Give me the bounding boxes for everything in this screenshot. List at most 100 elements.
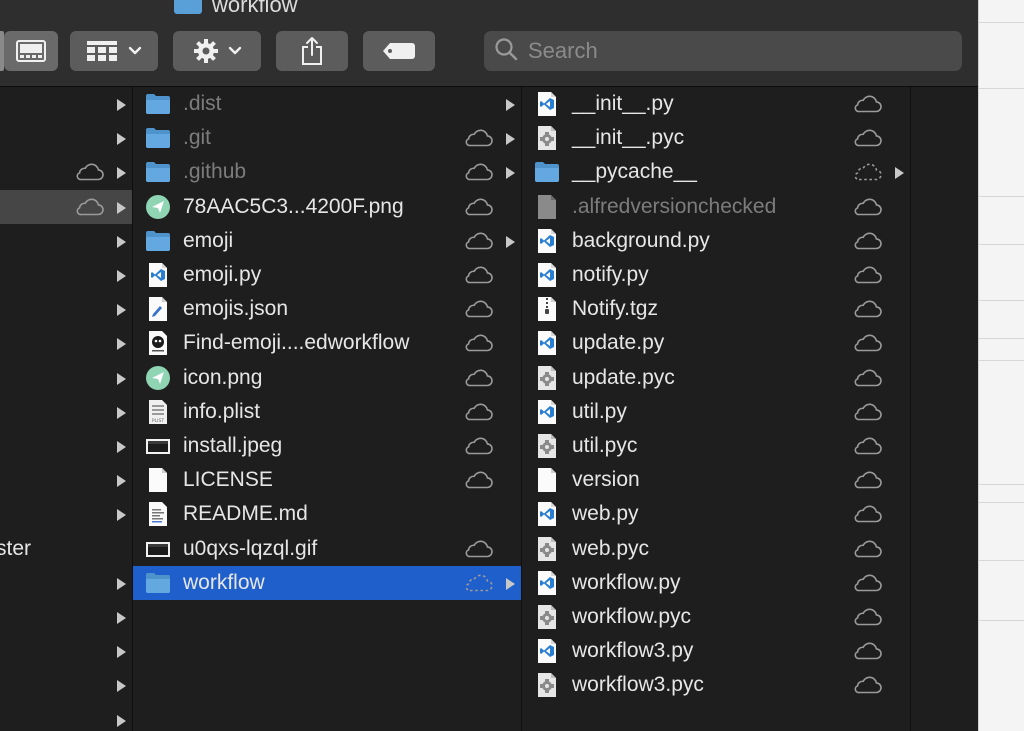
parent-row[interactable] — [0, 292, 132, 326]
file-name: workflow3.py — [572, 639, 694, 663]
file-row[interactable]: install.jpeg — [133, 429, 521, 463]
gear-icon — [192, 37, 220, 65]
workflow-file-row[interactable]: version — [522, 463, 910, 497]
workflow-file-row[interactable]: web.py — [522, 497, 910, 531]
workflow-file-row[interactable]: notify.py — [522, 258, 910, 292]
workflow-file-row[interactable]: background.py — [522, 224, 910, 258]
parent-row[interactable] — [0, 224, 132, 258]
file-name: .alfredversionchecked — [572, 194, 777, 218]
cloud-download-pending-icon — [852, 163, 882, 181]
workflow-file-row[interactable]: workflow3.pyc — [522, 668, 910, 702]
action-button[interactable] — [173, 31, 261, 71]
file-row[interactable]: Find-emoji....edworkflow — [133, 326, 521, 360]
file-row[interactable]: emojis.json — [133, 292, 521, 326]
parent-row[interactable]: ster — [0, 532, 132, 566]
parent-row[interactable] — [0, 155, 132, 189]
search-field[interactable] — [484, 31, 962, 71]
svg-text:PLIST: PLIST — [152, 418, 164, 424]
cloud-icon — [852, 437, 882, 455]
cloud-icon — [852, 334, 882, 352]
workflow-file-row[interactable]: update.pyc — [522, 361, 910, 395]
workflow-file-row[interactable]: util.pyc — [522, 429, 910, 463]
parent-row[interactable] — [0, 668, 132, 702]
share-button[interactable] — [276, 31, 348, 71]
jpeg-file-icon — [145, 536, 171, 562]
disclosure-arrow-icon — [116, 201, 126, 214]
file-row[interactable]: icon.png — [133, 361, 521, 395]
search-input[interactable] — [526, 37, 962, 65]
file-name: info.plist — [183, 399, 261, 423]
parent-row[interactable] — [0, 361, 132, 395]
cloud-icon — [463, 334, 493, 352]
disclosure-arrow-icon — [505, 577, 515, 590]
disclosure-arrow-icon — [505, 98, 515, 111]
file-row[interactable]: .dist — [133, 87, 521, 121]
archive-file-icon — [534, 296, 560, 322]
disclosure-arrow-icon — [505, 166, 515, 180]
share-icon — [300, 36, 324, 66]
column-empty — [911, 87, 978, 731]
file-row[interactable]: PLIST info.plist — [133, 395, 521, 429]
disclosure-arrow-icon — [116, 303, 126, 317]
view-mode-button[interactable] — [4, 31, 58, 71]
file-name: emoji.py — [183, 263, 262, 286]
parent-row[interactable] — [0, 600, 132, 634]
workflow-file-row[interactable]: workflow.pyc — [522, 600, 910, 634]
file-row[interactable]: LICENSE — [133, 463, 521, 497]
file-name: __pycache__ — [572, 160, 697, 184]
parent-row[interactable] — [0, 258, 132, 292]
vscode-file-icon — [145, 262, 171, 288]
parent-row[interactable] — [0, 566, 132, 600]
workflow-file-row[interactable]: workflow3.py — [522, 634, 910, 668]
workflow-file-row[interactable]: workflow.py — [522, 566, 910, 600]
workflow-file-row[interactable]: web.pyc — [522, 532, 910, 566]
image-green-file-icon — [145, 194, 171, 220]
workflow-file-row[interactable]: Notify.tgz — [522, 292, 910, 326]
folder-file-icon — [145, 159, 171, 185]
parent-row[interactable] — [0, 189, 132, 224]
file-name: util.py — [572, 399, 627, 423]
file-row[interactable]: workflow — [133, 565, 521, 600]
disclosure-arrow-icon — [116, 235, 126, 248]
workflow-file-row[interactable]: __pycache__ — [522, 155, 910, 189]
file-row[interactable]: emoji — [133, 224, 521, 258]
cloud-icon — [852, 540, 882, 558]
file-row[interactable]: .git — [133, 121, 521, 155]
parent-row[interactable] — [0, 395, 132, 429]
parent-row[interactable] — [0, 326, 132, 360]
workflow-file-row[interactable]: update.py — [522, 326, 910, 360]
file-row[interactable]: emoji.py — [133, 258, 521, 292]
parent-row[interactable] — [0, 429, 132, 463]
file-row[interactable]: 78AAC5C3...4200F.png — [133, 190, 521, 224]
parent-row[interactable] — [0, 703, 132, 731]
cloud-icon — [852, 369, 882, 387]
parent-row[interactable] — [0, 634, 132, 668]
file-name: web.pyc — [572, 536, 650, 560]
file-row[interactable]: .github — [133, 155, 521, 189]
file-name: workflow3.pyc — [572, 673, 704, 697]
folder-icon — [174, 0, 202, 14]
parent-row[interactable] — [0, 463, 132, 497]
parent-row[interactable] — [0, 121, 132, 155]
parent-row[interactable] — [0, 87, 132, 121]
group-button[interactable] — [70, 31, 158, 71]
workflow-file-row[interactable]: __init__.pyc — [522, 121, 910, 155]
file-name: emojis.json — [183, 297, 289, 321]
workflow-file-row[interactable]: util.py — [522, 395, 910, 429]
column-parent: ster — [0, 87, 133, 731]
parent-row[interactable] — [0, 497, 132, 531]
chevron-down-icon — [228, 46, 242, 56]
disclosure-arrow-icon — [505, 235, 515, 248]
file-row[interactable]: README.md — [133, 497, 521, 531]
disclosure-arrow-icon — [116, 474, 126, 488]
vscode-file-icon — [534, 91, 560, 117]
workflow-file-row[interactable]: __init__.py — [522, 87, 910, 121]
cloud-icon — [852, 403, 882, 421]
file-name: u0qxs-lqzql.gif — [183, 536, 318, 560]
folder-file-icon — [145, 125, 171, 151]
cloud-icon — [852, 95, 882, 113]
file-row[interactable]: u0qxs-lqzql.gif — [133, 532, 521, 566]
workflow-file-row[interactable]: .alfredversionchecked — [522, 190, 910, 224]
tag-button[interactable] — [363, 31, 435, 71]
finder-window: workflow Search ter .dist .git .github 7… — [0, 0, 978, 731]
